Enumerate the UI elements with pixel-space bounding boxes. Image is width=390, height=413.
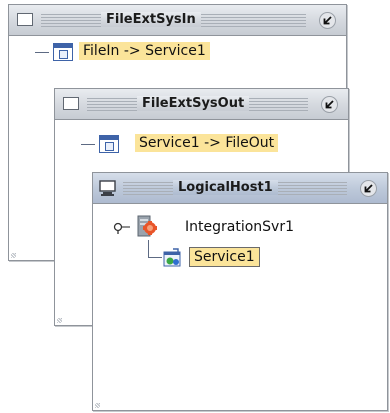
tree-connector bbox=[148, 240, 149, 257]
tree-item-service1-fileout[interactable]: Service1 -> FileOut bbox=[135, 134, 279, 152]
restore-arrow-icon[interactable] bbox=[360, 180, 377, 197]
window-titlebar[interactable]: LogicalHost1 bbox=[93, 173, 387, 204]
tree-connector bbox=[35, 52, 49, 53]
window-title: FileExtSysIn bbox=[101, 12, 201, 27]
tree-connector bbox=[148, 257, 162, 258]
restore-arrow-icon[interactable] bbox=[319, 12, 336, 29]
tree-node-pin-icon[interactable] bbox=[113, 220, 131, 239]
server-icon bbox=[133, 213, 159, 243]
resize-grip[interactable] bbox=[95, 403, 100, 408]
window-title: LogicalHost1 bbox=[173, 180, 278, 195]
tree-item-filein-service1[interactable]: FileIn -> Service1 bbox=[79, 42, 210, 60]
resize-grip[interactable] bbox=[57, 318, 62, 323]
component-window-icon bbox=[99, 135, 119, 153]
window-logicalhost1[interactable]: LogicalHost1 IntegrationSvr1 Service1 bbox=[92, 172, 388, 411]
monitor-icon[interactable] bbox=[99, 180, 117, 201]
window-menu-icon[interactable] bbox=[17, 13, 33, 26]
service-icon bbox=[161, 247, 185, 273]
tree-item-service1[interactable]: Service1 bbox=[189, 247, 260, 267]
resize-grip[interactable] bbox=[11, 253, 16, 258]
component-window-icon bbox=[53, 43, 73, 61]
window-menu-icon[interactable] bbox=[63, 97, 79, 110]
tree-connector bbox=[81, 144, 95, 145]
restore-arrow-icon[interactable] bbox=[321, 96, 338, 113]
window-titlebar[interactable]: FileExtSysOut bbox=[55, 89, 348, 120]
window-titlebar[interactable]: FileExtSysIn bbox=[9, 5, 346, 36]
tree-item-integrationsvr1[interactable]: IntegrationSvr1 bbox=[181, 218, 298, 236]
window-title: FileExtSysOut bbox=[137, 96, 250, 111]
